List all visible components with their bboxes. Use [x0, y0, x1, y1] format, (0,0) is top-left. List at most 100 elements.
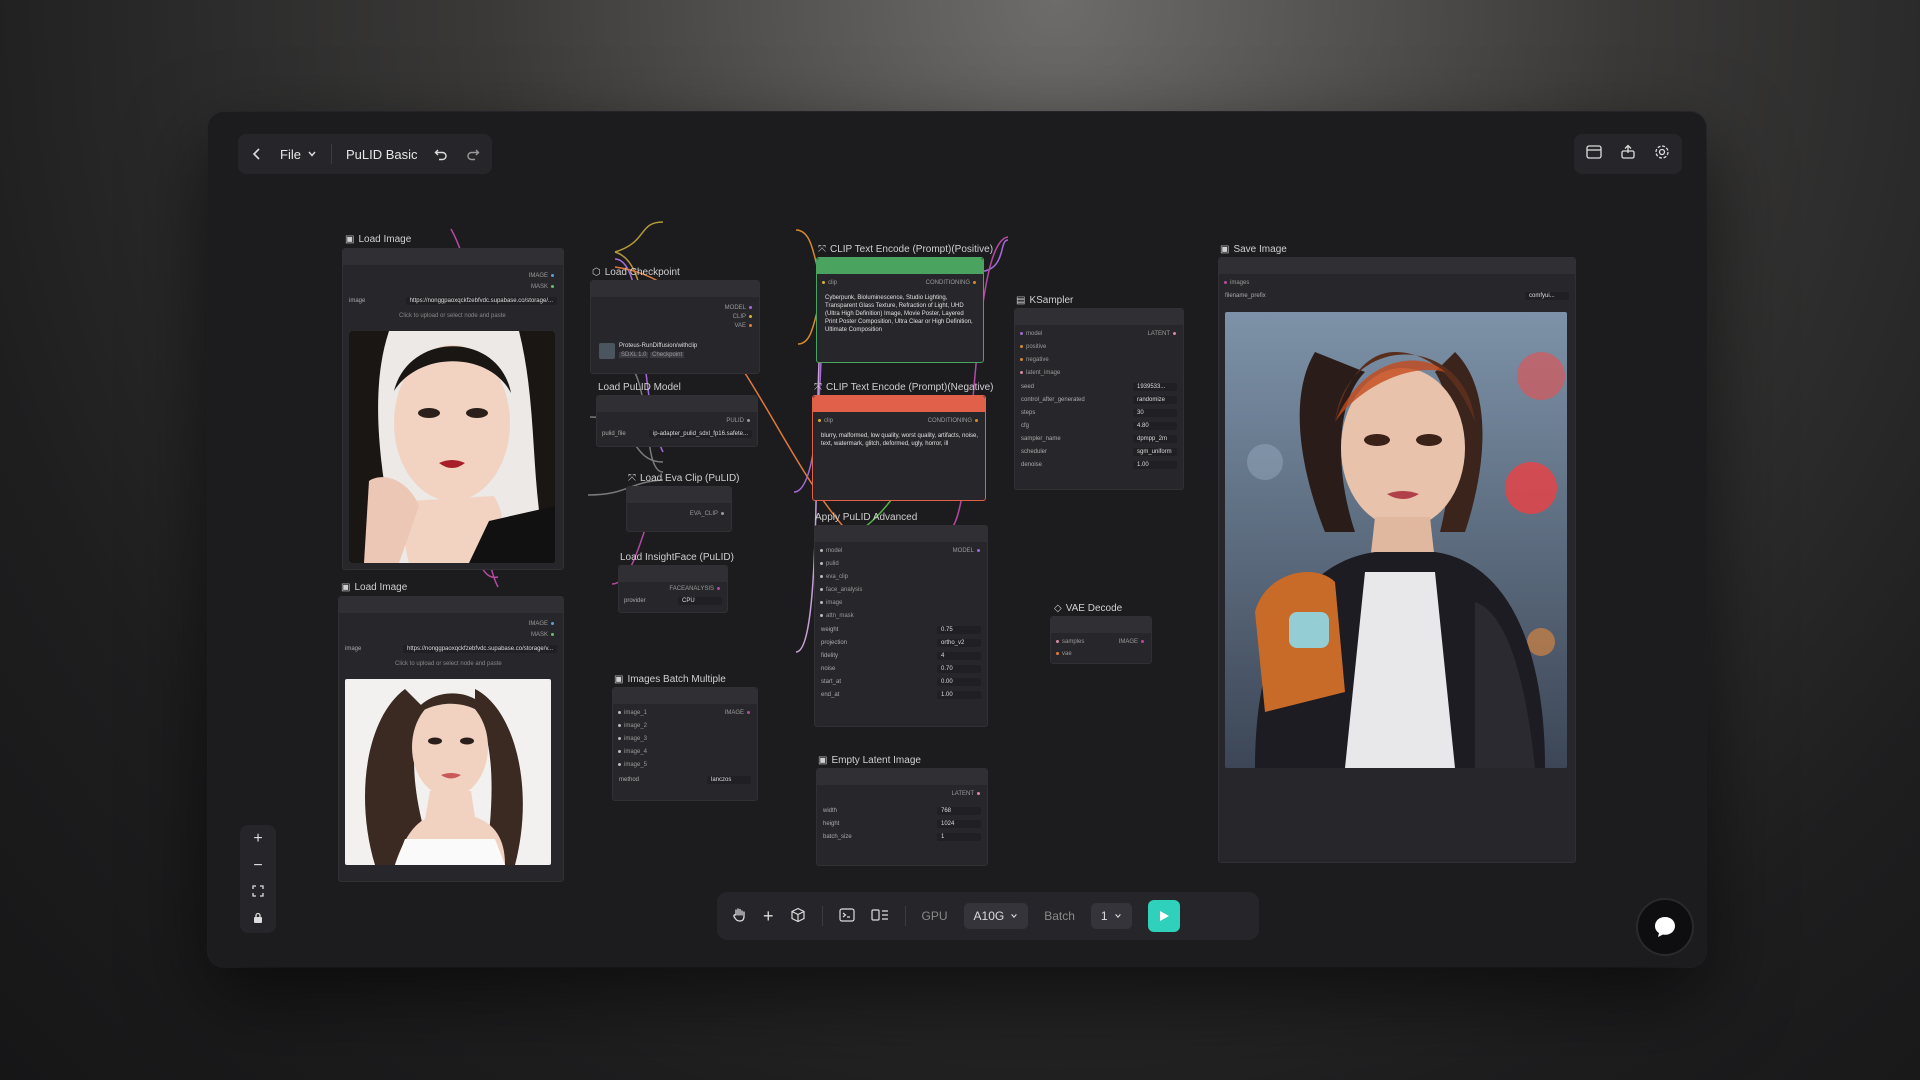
- input-port[interactable]: images: [1221, 280, 1249, 286]
- upload-hint[interactable]: Click to upload or select node and paste: [399, 313, 506, 319]
- height-field[interactable]: height 1024: [823, 820, 981, 828]
- output-port[interactable]: PULID: [726, 418, 753, 424]
- output-port[interactable]: EVA_CLIP: [690, 511, 727, 517]
- load-image-2-title[interactable]: ▣ Load Image: [341, 582, 407, 593]
- width-field[interactable]: width 768: [823, 807, 981, 815]
- image-field[interactable]: image https://nonggpaoxqckfzebfvdc.supaba…: [345, 645, 557, 653]
- input-port[interactable]: attn_mask: [817, 613, 854, 619]
- input-port[interactable]: model: [817, 548, 842, 554]
- input-port[interactable]: image_2: [615, 723, 647, 729]
- sampler-name-field[interactable]: sampler_name dpmpp_2m: [1021, 435, 1177, 443]
- minus-icon[interactable]: −: [253, 857, 262, 875]
- input-port[interactable]: face_analysis: [817, 587, 862, 593]
- output-port[interactable]: MODEL: [953, 548, 983, 554]
- input-port[interactable]: image_4: [615, 749, 647, 755]
- chat-button[interactable]: [1638, 900, 1692, 954]
- load-checkpoint-node[interactable]: MODEL CLIP VAE Proteus-RunDiffusion/with…: [590, 280, 760, 374]
- clip-negative-title[interactable]: ⤧ CLIP Text Encode (Prompt)(Negative): [814, 382, 993, 393]
- input-port[interactable]: clip: [819, 280, 837, 286]
- load-image-2-node[interactable]: IMAGE MASK image https://nonggpaoxqckfzeb…: [338, 596, 564, 882]
- vae-decode-title[interactable]: ◇ VAE Decode: [1054, 603, 1122, 614]
- output-port[interactable]: IMAGE: [529, 621, 557, 627]
- clip-positive-title[interactable]: ⤧ CLIP Text Encode (Prompt)(Positive): [818, 244, 993, 255]
- input-port[interactable]: clip: [815, 418, 833, 424]
- load-eva-clip-title[interactable]: ⤧ Load Eva Clip (PuLID): [628, 473, 740, 484]
- workflow-name[interactable]: PuLID Basic: [346, 147, 418, 162]
- input-port[interactable]: latent_image: [1017, 370, 1060, 376]
- start-at-field[interactable]: start_at 0.00: [821, 678, 981, 686]
- clip-negative-node[interactable]: clip CONDITIONING blurry, malformed, low…: [812, 395, 986, 501]
- panel-icon[interactable]: [1586, 144, 1602, 164]
- file-menu-button[interactable]: File: [280, 147, 317, 162]
- batch-select[interactable]: 1: [1090, 903, 1132, 929]
- output-port[interactable]: MASK: [531, 632, 557, 638]
- output-port[interactable]: FACEANALYSIS: [669, 586, 723, 592]
- method-field[interactable]: method lanczos: [619, 776, 751, 784]
- output-port[interactable]: CLIP: [733, 314, 755, 320]
- seed-field[interactable]: seed 1939533...: [1021, 383, 1177, 391]
- load-insightface-node[interactable]: FACEANALYSIS provider CPU: [618, 565, 728, 613]
- empty-latent-node[interactable]: LATENT width 768 height 1024 batch_size 1: [816, 768, 988, 866]
- hand-icon[interactable]: [731, 907, 747, 926]
- ksampler-node[interactable]: LATENT model positive negative latent_im…: [1014, 308, 1184, 490]
- output-port[interactable]: IMAGE: [1119, 639, 1147, 645]
- input-port[interactable]: samples: [1053, 639, 1084, 645]
- load-pulid-model-node[interactable]: PULID pulid_file ip-adapter_pulid_sdxl_fp…: [596, 395, 758, 447]
- save-image-title[interactable]: ▣ Save Image: [1220, 244, 1287, 255]
- load-insightface-title[interactable]: Load InsightFace (PuLID): [620, 552, 734, 563]
- input-port[interactable]: image_5: [615, 762, 647, 768]
- lock-icon[interactable]: [252, 911, 264, 929]
- input-port[interactable]: positive: [1017, 344, 1046, 350]
- output-port[interactable]: VAE: [734, 323, 755, 329]
- control-after-generated-field[interactable]: control_after_generated randomize: [1021, 396, 1177, 404]
- end-at-field[interactable]: end_at 1.00: [821, 691, 981, 699]
- output-port[interactable]: MODEL: [725, 305, 755, 311]
- back-icon[interactable]: [248, 145, 266, 163]
- redo-icon[interactable]: [464, 145, 482, 163]
- apply-pulid-title[interactable]: Apply PuLID Advanced: [815, 512, 917, 523]
- input-port[interactable]: vae: [1053, 651, 1072, 657]
- load-checkpoint-title[interactable]: ⬡ Load Checkpoint: [592, 267, 680, 278]
- plus-icon[interactable]: +: [253, 830, 262, 848]
- load-image-1-node[interactable]: IMAGE MASK image https://nonggpaoxqckfzeb…: [342, 248, 564, 570]
- gpu-select[interactable]: A10G: [963, 903, 1029, 929]
- gear-icon[interactable]: [1654, 144, 1670, 165]
- terminal-icon[interactable]: [838, 907, 855, 925]
- provider-field[interactable]: provider CPU: [624, 597, 722, 605]
- output-port[interactable]: IMAGE: [725, 710, 753, 716]
- empty-latent-title[interactable]: ▣ Empty Latent Image: [818, 755, 921, 766]
- clip-positive-node[interactable]: clip CONDITIONING Cyberpunk, Bioluminesc…: [816, 257, 984, 363]
- upload-hint[interactable]: Click to upload or select node and paste: [395, 661, 502, 667]
- ksampler-title[interactable]: ▤ KSampler: [1016, 295, 1073, 306]
- queue-icon[interactable]: [870, 908, 889, 925]
- scheduler-field[interactable]: scheduler sgm_uniform: [1021, 448, 1177, 456]
- plus-icon[interactable]: +: [763, 906, 774, 927]
- image-field[interactable]: image https://nonggpaoxqckfzebfvdc.supaba…: [349, 297, 557, 305]
- images-batch-node[interactable]: IMAGE image_1 image_2 image_3 image_4 im…: [612, 687, 758, 801]
- load-image-1-title[interactable]: ▣ Load Image: [345, 234, 411, 245]
- output-port[interactable]: CONDITIONING: [928, 418, 981, 424]
- batch-size-field[interactable]: batch_size 1: [823, 833, 981, 841]
- input-port[interactable]: image: [817, 600, 842, 606]
- output-port[interactable]: MASK: [531, 284, 557, 290]
- input-port[interactable]: image_3: [615, 736, 647, 742]
- load-eva-clip-node[interactable]: EVA_CLIP: [626, 486, 732, 532]
- input-port[interactable]: model: [1017, 331, 1042, 337]
- cube-icon[interactable]: [790, 907, 806, 926]
- pulid-file-field[interactable]: pulid_file ip-adapter_pulid_sdxl_fp16.saf…: [602, 430, 752, 438]
- negative-prompt-text[interactable]: blurry, malformed, low quality, worst qu…: [821, 432, 979, 448]
- images-batch-title[interactable]: ▣ Images Batch Multiple: [614, 674, 726, 685]
- checkpoint-name[interactable]: Proteus-RunDiffusion/withclip: [619, 343, 697, 349]
- input-port[interactable]: pulid: [817, 561, 839, 567]
- load-pulid-model-title[interactable]: Load PuLID Model: [598, 382, 681, 393]
- vae-decode-node[interactable]: IMAGE samples vae: [1050, 616, 1152, 664]
- filename-prefix-field[interactable]: filename_prefix comfyui...: [1225, 292, 1569, 300]
- undo-icon[interactable]: [432, 145, 450, 163]
- output-port[interactable]: LATENT: [1147, 331, 1179, 337]
- output-port[interactable]: CONDITIONING: [926, 280, 979, 286]
- projection-field[interactable]: projection ortho_v2: [821, 639, 981, 647]
- weight-field[interactable]: weight 0.75: [821, 626, 981, 634]
- cfg-field[interactable]: cfg 4.80: [1021, 422, 1177, 430]
- fidelity-field[interactable]: fidelity 4: [821, 652, 981, 660]
- output-port[interactable]: IMAGE: [529, 273, 557, 279]
